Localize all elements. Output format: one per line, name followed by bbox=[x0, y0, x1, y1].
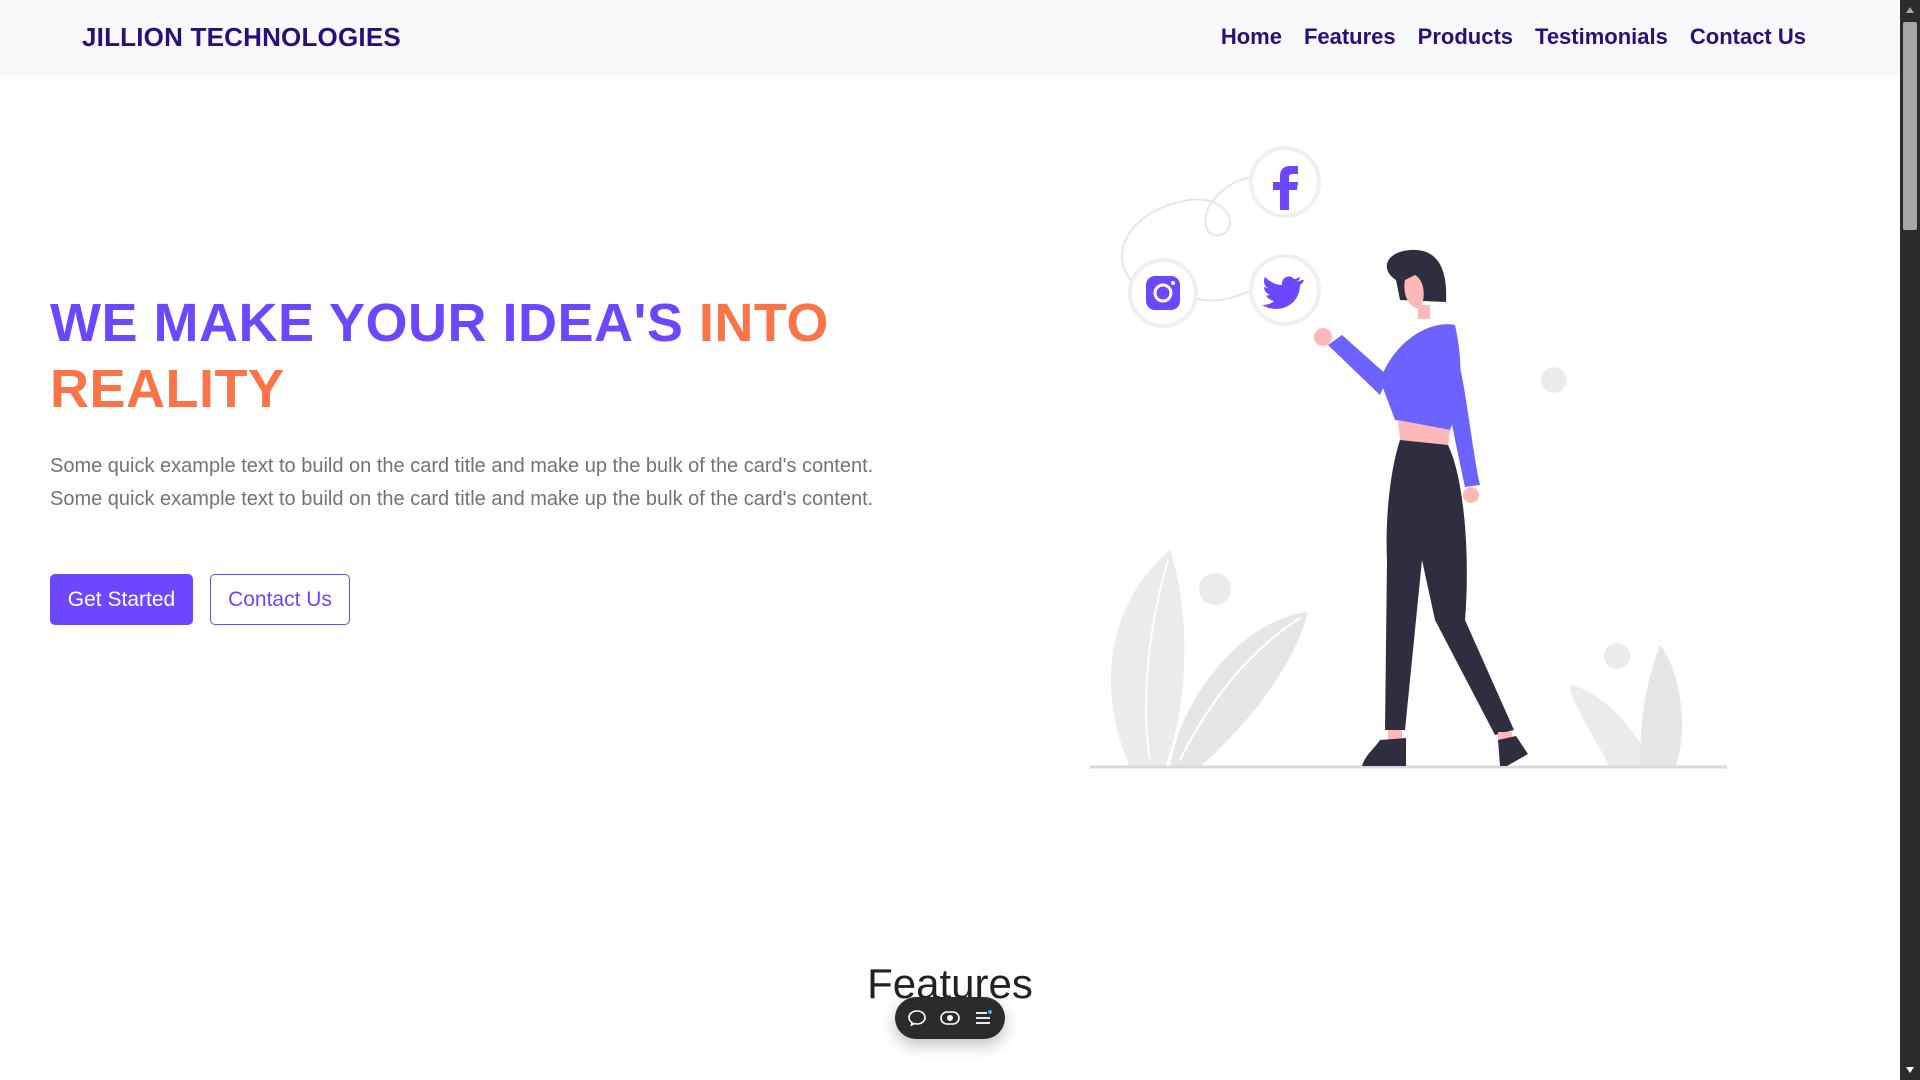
nav-link-home[interactable]: Home bbox=[1221, 24, 1282, 50]
twitter-icon bbox=[1249, 254, 1321, 326]
hero-title: WE MAKE YOUR IDEA'S INTO REALITY bbox=[50, 290, 950, 422]
contact-us-button[interactable]: Contact Us bbox=[210, 574, 350, 625]
scroll-down-arrow-icon[interactable] bbox=[1900, 1060, 1920, 1080]
hero-description: Some quick example text to build on the … bbox=[50, 455, 874, 510]
woman-figure bbox=[1314, 249, 1528, 766]
nav-link-products[interactable]: Products bbox=[1418, 24, 1513, 50]
instagram-icon bbox=[1128, 258, 1198, 328]
scrollbar-thumb[interactable] bbox=[1903, 22, 1917, 230]
scrollbar[interactable] bbox=[1900, 0, 1920, 1080]
nav-link-testimonials[interactable]: Testimonials bbox=[1535, 24, 1668, 50]
nav-links: Home Features Products Testimonials Cont… bbox=[1221, 24, 1806, 50]
eye-icon[interactable] bbox=[939, 1007, 961, 1029]
hero-illustration bbox=[1090, 146, 1727, 769]
nav-link-contact-us[interactable]: Contact Us bbox=[1690, 24, 1806, 50]
menu-icon[interactable] bbox=[972, 1007, 994, 1029]
get-started-button[interactable]: Get Started bbox=[50, 574, 193, 625]
navbar: JILLION TECHNOLOGIES Home Features Produ… bbox=[0, 0, 1900, 76]
brand-logo[interactable]: JILLION TECHNOLOGIES bbox=[82, 22, 401, 53]
hero-title-part1: WE MAKE YOUR IDEA'S bbox=[50, 293, 699, 353]
floating-toolbar bbox=[895, 997, 1005, 1039]
nav-link-features[interactable]: Features bbox=[1304, 24, 1396, 50]
facebook-icon bbox=[1249, 146, 1321, 218]
scroll-up-arrow-icon[interactable] bbox=[1900, 0, 1920, 20]
chat-bubble-icon[interactable] bbox=[906, 1007, 928, 1029]
